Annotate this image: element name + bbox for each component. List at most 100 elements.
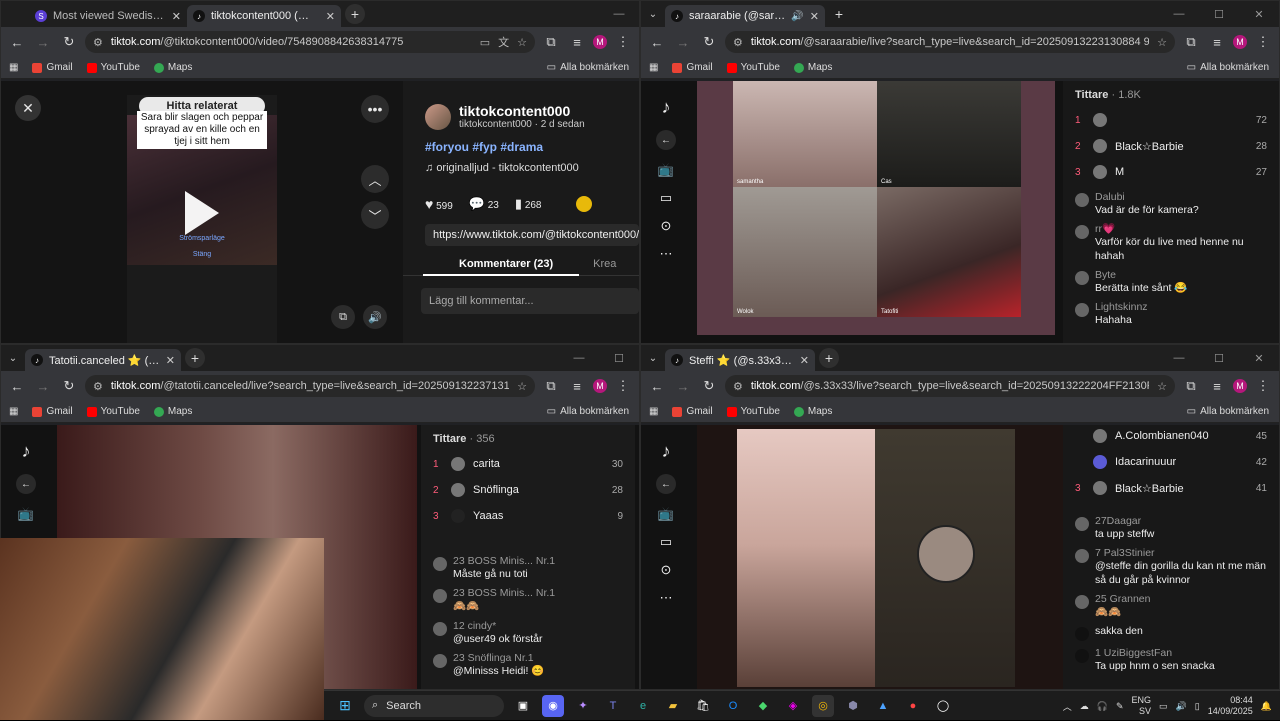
taskbar-search[interactable]: ⌕ Search xyxy=(364,694,504,717)
shield-icon[interactable]: ⬢ xyxy=(842,695,864,717)
translate-icon[interactable]: 文 xyxy=(498,34,509,50)
menu-icon[interactable]: ⋮ xyxy=(613,32,633,52)
more-options-button[interactable]: ••• xyxy=(361,95,389,123)
tab-comments[interactable]: Kommentarer (23) xyxy=(459,258,553,270)
start-icon[interactable]: ⊞ xyxy=(334,695,356,717)
live-icon[interactable]: 📺 xyxy=(658,162,674,178)
tab-tatotii[interactable]: ♪ Tatotii.canceled ⭐ (@tatotii.ca ✕ xyxy=(25,349,181,371)
video-icon[interactable]: ▭ xyxy=(660,190,672,206)
like-button[interactable]: ♥ 599 xyxy=(425,196,453,212)
reload-icon[interactable]: ↻ xyxy=(699,32,719,52)
profile-avatar[interactable]: M xyxy=(1233,379,1247,393)
viewer-row[interactable]: 3 Yaaas 9 xyxy=(433,503,623,529)
menu-icon[interactable]: ⋮ xyxy=(1253,32,1273,52)
menu-icon[interactable]: ⋮ xyxy=(1253,376,1273,396)
close-video-button[interactable]: ✕ xyxy=(15,95,41,121)
previous-video-button[interactable]: ︿ xyxy=(361,165,389,193)
play-icon[interactable] xyxy=(185,191,219,235)
bookmark-youtube[interactable]: YouTube xyxy=(726,62,780,73)
bookmark-gmail[interactable]: Gmail xyxy=(32,62,73,73)
menu-icon[interactable]: ⋮ xyxy=(613,376,633,396)
new-tab-button[interactable]: + xyxy=(185,348,205,368)
bookmark-youtube[interactable]: YouTube xyxy=(726,406,780,417)
profile-avatar[interactable]: M xyxy=(593,35,607,49)
bookmark-maps[interactable]: Maps xyxy=(793,62,832,73)
collapse-icon[interactable]: ← xyxy=(656,474,676,494)
m365-icon[interactable]: ◈ xyxy=(782,695,804,717)
live-video-grid[interactable] xyxy=(697,425,1063,689)
all-bookmarks[interactable]: ▭ Alla bokmärken xyxy=(1187,406,1269,417)
pip-button[interactable]: ⧉ xyxy=(331,305,355,329)
forward-icon[interactable]: → xyxy=(673,32,693,52)
all-bookmarks[interactable]: ▭ Alla bokmärken xyxy=(547,62,629,73)
all-bookmarks[interactable]: ▭ Alla bokmärken xyxy=(1187,62,1269,73)
discord-icon[interactable]: ◉ xyxy=(542,694,564,717)
sound-row[interactable]: ♫ originalljud - tiktokcontent000 xyxy=(425,162,639,174)
bookmark-gmail[interactable]: Gmail xyxy=(672,406,713,417)
maximize-icon[interactable]: ☐ xyxy=(1199,1,1239,27)
viewer-row[interactable]: 3 Black☆Barbie 41 xyxy=(1075,475,1267,501)
recording-icon[interactable]: ● xyxy=(902,695,924,717)
new-tab-button[interactable]: + xyxy=(829,4,849,24)
copilot-icon[interactable]: ✦ xyxy=(572,695,594,717)
bookmark-maps[interactable]: Maps xyxy=(153,406,192,417)
forward-icon[interactable]: → xyxy=(33,32,53,52)
site-info-icon[interactable]: ⚙ xyxy=(93,380,103,393)
media-icon[interactable]: ≡ xyxy=(567,376,587,396)
headset-icon[interactable]: 🎧 xyxy=(1097,701,1108,712)
address-bar[interactable]: ⚙ tiktok.com/@tatotii.canceled/live?sear… xyxy=(85,375,535,397)
author-name[interactable]: tiktokcontent000 xyxy=(459,103,585,119)
all-bookmarks[interactable]: ▭ Alla bokmärken xyxy=(547,406,629,417)
tab-search-icon[interactable]: ⌄ xyxy=(641,1,665,27)
bookmark-youtube[interactable]: YouTube xyxy=(86,406,140,417)
live-icon[interactable]: 📺 xyxy=(18,506,34,522)
explore-icon[interactable]: ⊙ xyxy=(661,218,672,234)
tiktok-logo-icon[interactable]: ♪ xyxy=(662,441,671,462)
tab-creator[interactable]: Krea xyxy=(593,258,616,270)
back-icon[interactable]: ← xyxy=(647,32,667,52)
apps-icon[interactable]: ▦ xyxy=(9,406,18,417)
profile-avatar[interactable]: M xyxy=(1233,35,1247,49)
forward-icon[interactable]: → xyxy=(33,376,53,396)
more-icon[interactable]: ⋯ xyxy=(660,590,673,606)
tab-steffi[interactable]: ♪ Steffi ⭐ (@s.33x33) är LIVE – TI ✕ xyxy=(665,349,815,371)
vpn-icon[interactable]: ◆ xyxy=(752,695,774,717)
minimize-icon[interactable]: — xyxy=(1159,1,1199,27)
bookmark-star-icon[interactable]: ☆ xyxy=(517,380,527,393)
explore-icon[interactable]: ⊙ xyxy=(661,562,672,578)
extensions-icon[interactable]: ⧉ xyxy=(1181,32,1201,52)
extensions-icon[interactable]: ⧉ xyxy=(1181,376,1201,396)
clock[interactable]: 08:44 14/09/2025 xyxy=(1208,695,1253,717)
live-video-grid[interactable]: samantha Cas Wolok Tatofiti xyxy=(697,81,1055,335)
bookmark-star-icon[interactable]: ☆ xyxy=(1157,36,1167,49)
volume-icon[interactable]: 🔊 xyxy=(1176,701,1187,712)
photos-icon[interactable]: ▲ xyxy=(872,695,894,717)
chrome-icon[interactable]: ◎ xyxy=(812,694,834,717)
hashtags[interactable]: #foryou #fyp #drama xyxy=(425,140,639,154)
viewer-row[interactable]: Idacarinuuur 42 xyxy=(1075,449,1267,475)
reload-icon[interactable]: ↻ xyxy=(699,376,719,396)
profile-avatar[interactable]: M xyxy=(593,379,607,393)
forward-icon[interactable]: → xyxy=(673,376,693,396)
tiktok-logo-icon[interactable]: ♪ xyxy=(662,97,671,118)
close-tab-icon[interactable]: ✕ xyxy=(810,10,819,23)
network-icon[interactable]: ▭ xyxy=(1159,701,1168,712)
bookmark-gmail[interactable]: Gmail xyxy=(672,62,713,73)
site-info-icon[interactable]: ⚙ xyxy=(733,380,743,393)
audio-icon[interactable]: 🔊 xyxy=(791,11,803,22)
media-icon[interactable]: ≡ xyxy=(1207,376,1227,396)
viewer-row[interactable]: 2 Snöflinga 28 xyxy=(433,477,623,503)
comment-input[interactable]: Lägg till kommentar... xyxy=(421,288,639,314)
address-bar[interactable]: ⚙ tiktok.com/@s.33x33/live?search_type=l… xyxy=(725,375,1175,397)
reload-icon[interactable]: ↻ xyxy=(59,376,79,396)
collapse-icon[interactable]: ← xyxy=(656,130,676,150)
bookmark-star-icon[interactable]: ☆ xyxy=(1157,380,1167,393)
back-icon[interactable]: ← xyxy=(7,376,27,396)
chevron-up-icon[interactable]: ︿ xyxy=(1063,700,1072,713)
tab-search-icon[interactable]: ⌄ xyxy=(641,345,665,371)
apps-icon[interactable]: ▦ xyxy=(649,406,658,417)
bookmark-youtube[interactable]: YouTube xyxy=(86,62,140,73)
share-icon[interactable] xyxy=(575,196,592,212)
tab-tiktok-video[interactable]: ♪ tiktokcontent000 (@tiktokconte ✕ xyxy=(187,5,341,27)
teams-icon[interactable]: T xyxy=(602,695,624,717)
